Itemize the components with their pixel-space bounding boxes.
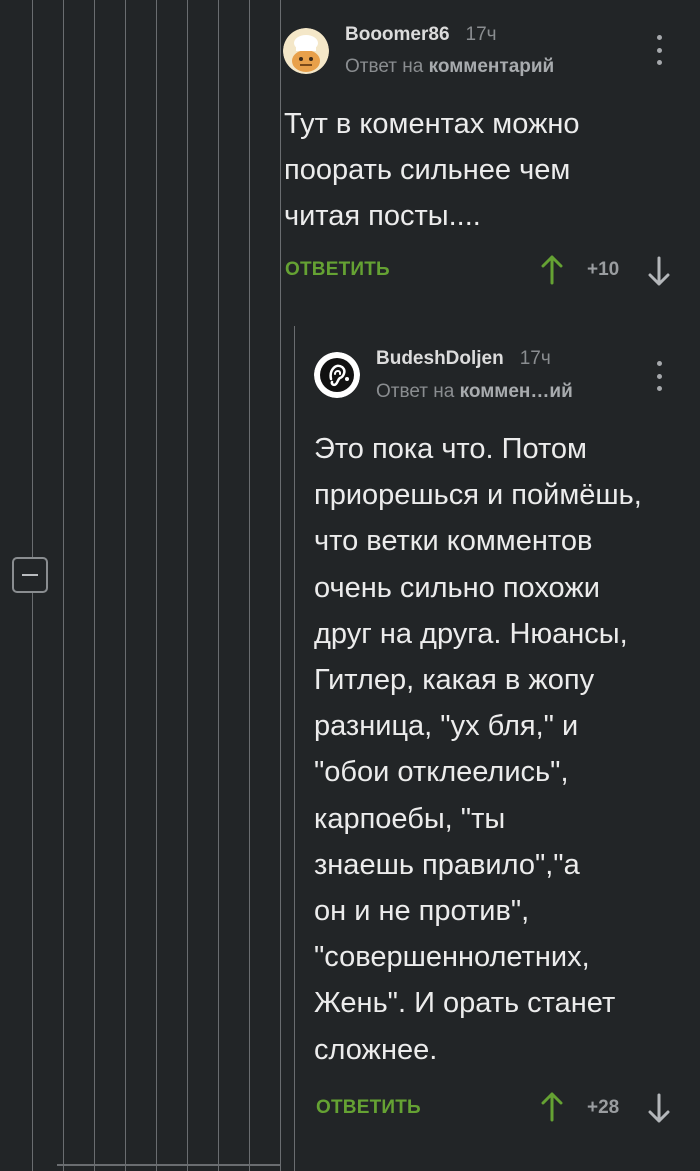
arrow-up-icon[interactable]	[541, 1092, 563, 1122]
arrow-up-icon[interactable]	[541, 255, 563, 285]
reply-to-link[interactable]: комментарий	[429, 56, 555, 77]
comment-text: Тут в коментах можно поорать сильнее чем…	[284, 108, 580, 233]
comment-author[interactable]: Booomer86 17ч	[345, 24, 497, 46]
reply-to-prefix: Ответ на	[376, 381, 455, 402]
comment: BudeshDoljen 17ч Ответ на коммен…ий Это п…	[0, 326, 700, 1171]
comments-thread: Booomer86 17ч Ответ на комментарий Тут в …	[0, 0, 700, 1171]
comment-text: Это пока что. Потом приорешься и поймёшь…	[314, 433, 642, 1066]
reply-button[interactable]: ОТВЕТИТЬ	[285, 259, 390, 281]
more-vertical-icon[interactable]	[654, 35, 664, 65]
comment: Booomer86 17ч Ответ на комментарий Тут в …	[0, 0, 700, 300]
reply-to-line: Ответ на коммен…ий	[376, 381, 573, 403]
author-name[interactable]: Booomer86	[345, 24, 450, 45]
vote-score: +28	[587, 1097, 620, 1118]
arrow-down-icon[interactable]	[648, 1093, 670, 1123]
reply-to-prefix: Ответ на	[345, 56, 424, 77]
reply-button[interactable]: ОТВЕТИТЬ	[316, 1097, 421, 1119]
ear-logo-avatar-icon[interactable]	[314, 352, 360, 398]
reply-to-line: Ответ на комментарий	[345, 56, 554, 78]
comment-author[interactable]: BudeshDoljen 17ч	[376, 348, 551, 370]
reply-to-link[interactable]: коммен…ий	[460, 381, 573, 402]
vote-score: +10	[587, 259, 620, 280]
more-vertical-icon[interactable]	[654, 361, 664, 391]
comment-time: 17ч	[519, 348, 551, 369]
comment-time: 17ч	[465, 24, 497, 45]
chef-avatar-icon[interactable]	[283, 28, 329, 74]
arrow-down-icon[interactable]	[648, 256, 670, 286]
author-name[interactable]: BudeshDoljen	[376, 348, 504, 369]
